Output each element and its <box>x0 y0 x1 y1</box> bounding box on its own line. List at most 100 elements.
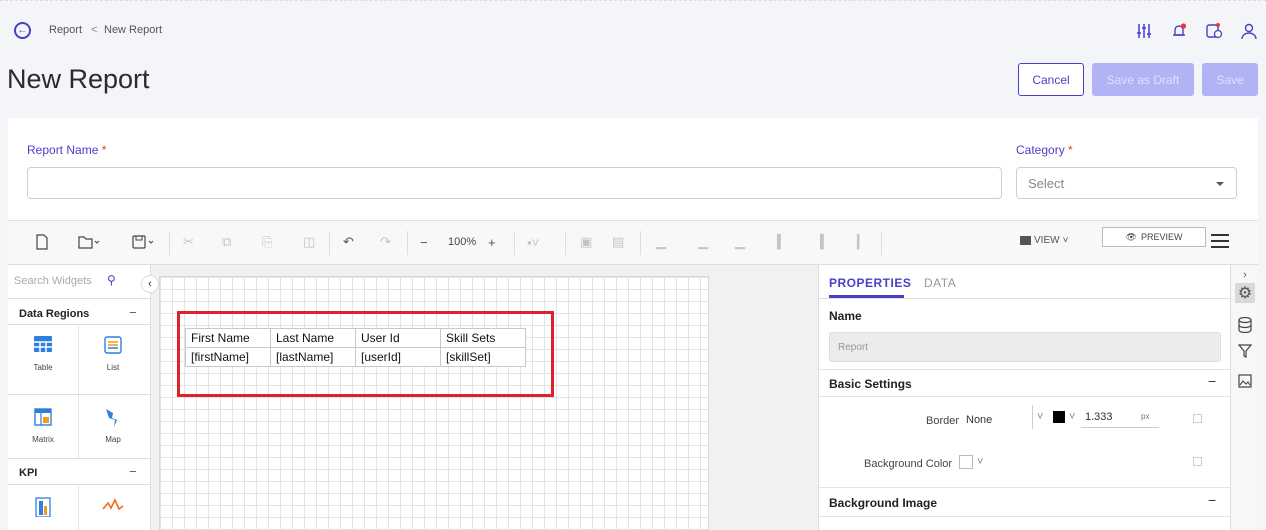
align-left-icon[interactable]: ▁ <box>656 233 666 251</box>
background-color-checkbox[interactable] <box>1193 457 1202 466</box>
order-icon[interactable]: ▪˅ <box>527 233 539 251</box>
align-middle-icon[interactable]: ▍ <box>820 233 830 251</box>
widget-label: Matrix <box>32 435 54 444</box>
widget-map[interactable]: Map <box>78 408 148 444</box>
border-checkbox[interactable] <box>1193 414 1202 423</box>
user-icon[interactable] <box>1238 21 1260 41</box>
table-cell[interactable]: [firstName] <box>185 347 271 367</box>
bell-icon[interactable] <box>1168 21 1190 41</box>
section-data-regions: Data Regions <box>19 308 90 320</box>
align-right-icon[interactable]: ▁ <box>735 233 745 251</box>
field-divider <box>1032 405 1033 429</box>
chevron-down-icon[interactable]: ˅ <box>1069 411 1075 423</box>
align-center-icon[interactable]: ▁ <box>698 233 708 251</box>
back-arrow-icon[interactable]: ← <box>14 22 31 39</box>
paste-icon[interactable]: ⎘ <box>262 233 272 251</box>
widget-label: Table <box>33 363 53 372</box>
preview-label: PREVIEW <box>1140 232 1183 242</box>
open-folder-icon[interactable] <box>78 233 100 251</box>
zoom-out-icon[interactable]: − <box>420 233 428 251</box>
save-as-draft-button[interactable]: Save as Draft <box>1092 63 1194 96</box>
category-label-text: Category <box>1016 143 1065 157</box>
border-width-input[interactable]: 1.333 px <box>1081 406 1159 428</box>
widgets-panel: Search Widgets ⚲ Data Regions − Table Li… <box>8 265 151 530</box>
filter-sliders-icon[interactable] <box>1133 21 1155 41</box>
table-header-cell[interactable]: User Id <box>355 328 441 348</box>
breadcrumb-separator: < <box>91 24 98 36</box>
basic-settings-header: Basic Settings <box>829 377 912 391</box>
section-toggle[interactable]: − <box>129 464 137 479</box>
copy-icon[interactable]: ⧉ <box>222 233 231 251</box>
funnel-icon[interactable] <box>1235 341 1255 361</box>
table-cell[interactable]: [skillSet] <box>440 347 526 367</box>
cancel-button[interactable]: Cancel <box>1018 63 1084 96</box>
widget-matrix[interactable]: Matrix <box>8 408 78 444</box>
chevron-down-icon[interactable]: ˅ <box>977 456 983 468</box>
report-icon[interactable] <box>1203 21 1225 41</box>
background-color-label: Background Color <box>864 458 953 470</box>
divider <box>819 396 1231 397</box>
view-menu-button[interactable]: VIEW ˅ <box>1020 235 1068 246</box>
widget-label: Map <box>105 435 121 444</box>
cut-icon[interactable]: ✂ <box>183 233 194 251</box>
breadcrumb-current: New Report <box>104 24 163 36</box>
save-file-icon[interactable] <box>132 233 156 251</box>
widget-search-input[interactable]: Search Widgets <box>14 275 92 287</box>
zoom-level[interactable]: 100% <box>448 236 476 248</box>
category-select[interactable]: Select <box>1016 167 1237 199</box>
required-marker: * <box>101 143 107 157</box>
divider <box>8 324 151 325</box>
border-style-select[interactable]: None <box>966 414 992 426</box>
map-icon <box>78 408 148 430</box>
undo-icon[interactable]: ↶ <box>343 233 354 251</box>
image-icon[interactable] <box>1235 371 1255 391</box>
chevron-down-icon[interactable]: ˅ <box>1037 411 1043 423</box>
new-file-icon[interactable] <box>35 233 49 251</box>
table-header-cell[interactable]: Last Name <box>270 328 356 348</box>
widget-table[interactable]: Table <box>8 336 78 372</box>
report-table[interactable]: First Name Last Name User Id Skill Sets … <box>185 328 526 367</box>
widget-list[interactable]: List <box>78 336 148 372</box>
collapse-toggle[interactable]: − <box>1208 373 1216 389</box>
table-header-cell[interactable]: Skill Sets <box>440 328 526 348</box>
align-top-icon[interactable]: ▍ <box>777 233 787 251</box>
redo-icon[interactable]: ↷ <box>380 233 391 251</box>
align-bottom-icon[interactable]: ▎ <box>857 233 867 251</box>
divider <box>8 458 151 459</box>
tab-properties[interactable]: PROPERTIES <box>829 276 911 290</box>
save-button[interactable]: Save <box>1202 63 1258 96</box>
widget-kpi-sparkline[interactable] <box>78 497 148 519</box>
chevron-right-icon[interactable]: › <box>1235 265 1255 285</box>
preview-button[interactable]: 👁 PREVIEW <box>1102 227 1206 247</box>
collapse-panel-icon[interactable]: ‹ <box>141 275 159 293</box>
section-toggle[interactable]: − <box>129 305 137 320</box>
report-canvas[interactable]: First Name Last Name User Id Skill Sets … <box>159 276 709 530</box>
widget-kpi-bar[interactable] <box>8 497 78 519</box>
ungroup-icon[interactable]: ▤ <box>612 233 624 251</box>
gear-icon[interactable]: ⚙ <box>1235 283 1255 303</box>
border-color-swatch[interactable] <box>1053 411 1065 423</box>
collapse-toggle[interactable]: − <box>1208 492 1216 508</box>
hamburger-menu-icon[interactable] <box>1211 234 1229 248</box>
design-area: First Name Last Name User Id Skill Sets … <box>151 265 818 530</box>
report-name-label-text: Report Name <box>27 143 99 157</box>
delete-icon[interactable]: ◫ <box>303 233 315 251</box>
border-label: Border <box>926 415 960 427</box>
group-icon[interactable]: ▣ <box>580 233 592 251</box>
tab-data[interactable]: DATA <box>924 276 956 290</box>
background-color-picker[interactable] <box>959 455 973 469</box>
chevron-down-icon <box>1216 182 1224 186</box>
breadcrumb-root[interactable]: Report <box>49 24 82 36</box>
database-icon[interactable] <box>1235 315 1255 335</box>
table-cell[interactable]: [lastName] <box>270 347 356 367</box>
required-marker: * <box>1068 143 1073 157</box>
table-header-cell[interactable]: First Name <box>185 328 271 348</box>
report-name-property-input[interactable]: Report <box>829 332 1221 362</box>
search-icon[interactable]: ⚲ <box>107 273 116 287</box>
category-select-value: Select <box>1028 176 1065 191</box>
report-name-input[interactable] <box>27 167 1002 199</box>
zoom-in-icon[interactable]: + <box>488 233 496 251</box>
view-icon <box>1020 236 1031 245</box>
table-cell[interactable]: [userId] <box>355 347 441 367</box>
table-header-row: First Name Last Name User Id Skill Sets <box>185 328 526 348</box>
